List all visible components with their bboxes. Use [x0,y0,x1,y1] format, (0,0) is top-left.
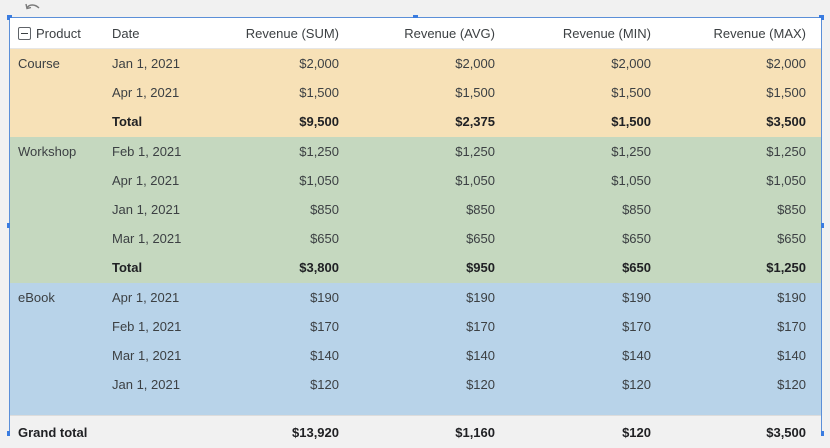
max-cell: $2,000 [666,48,821,79]
table-row: Mar 1, 2021 $140 $140 $140 $140 [10,340,821,371]
subtotal-row: Total $3,800 $950 $650 $1,250 [10,253,821,283]
avg-cell: $190 [354,282,510,312]
max-cell: $1,250 [666,253,821,283]
collapse-all-icon[interactable] [18,26,31,40]
grand-total-sum: $13,920 [198,415,354,448]
max-cell: $3,500 [666,107,821,137]
min-cell: $1,250 [510,136,666,166]
header-product-label: Product [36,25,81,41]
sum-cell: $9,500 [198,107,354,137]
max-cell: $1,050 [666,165,821,195]
avg-cell: $1,500 [354,78,510,108]
date-cell: Jan 1, 2021 [104,370,198,400]
date-cell: Mar 1, 2021 [104,224,198,254]
max-cell: $1,250 [666,136,821,166]
table-row: Feb 1, 2021 $170 $170 $170 $170 [10,311,821,341]
product-cell-workshop: Workshop [10,136,104,283]
header-date[interactable]: Date [104,18,198,49]
sum-cell: $1,250 [198,136,354,166]
header-row: Product Date Revenue (SUM) Revenue (AVG)… [10,18,821,49]
date-cell: Feb 1, 2021 [104,311,198,341]
subtotal-row: Total $9,500 $2,375 $1,500 $3,500 [10,107,821,137]
max-cell: $170 [666,311,821,341]
table-row: Jan 1, 2021 $120 $120 $120 $120 [10,370,821,400]
date-cell: Apr 1, 2021 [104,78,198,108]
min-cell: $170 [510,311,666,341]
subtotal-label: Total [104,107,198,137]
header-revenue-max[interactable]: Revenue (MAX) [666,18,821,49]
sum-cell: $1,500 [198,78,354,108]
date-cell: Apr 1, 2021 [104,165,198,195]
max-cell: $650 [666,224,821,254]
avg-cell: $140 [354,340,510,371]
min-cell: $1,050 [510,165,666,195]
sum-cell: $1,050 [198,165,354,195]
date-cell: Apr 1, 2021 [104,282,198,312]
grand-total-avg: $1,160 [354,415,510,448]
grand-total-min: $120 [510,415,666,448]
sum-cell: $170 [198,311,354,341]
min-cell: $1,500 [510,107,666,137]
min-cell: $1,500 [510,78,666,108]
max-cell: $850 [666,194,821,225]
avg-cell: $1,250 [354,136,510,166]
pivot-table: Product Date Revenue (SUM) Revenue (AVG)… [10,18,821,448]
date-cell: Feb 1, 2021 [104,136,198,166]
avg-cell: $2,375 [354,107,510,137]
sum-cell: $190 [198,282,354,312]
table-row: Mar 1, 2021 $650 $650 $650 $650 [10,224,821,254]
header-product[interactable]: Product [10,18,104,49]
table-row: Apr 1, 2021 $1,500 $1,500 $1,500 $1,500 [10,78,821,108]
header-revenue-min[interactable]: Revenue (MIN) [510,18,666,49]
avg-cell: $950 [354,253,510,283]
product-cell-course: Course [10,48,104,137]
min-cell: $650 [510,224,666,254]
undo-icon[interactable] [24,2,42,14]
min-cell: $650 [510,253,666,283]
date-cell: Jan 1, 2021 [104,48,198,79]
avg-cell: $120 [354,370,510,400]
sum-cell: $850 [198,194,354,225]
subtotal-label: Total [104,253,198,283]
table-row: Workshop Feb 1, 2021 $1,250 $1,250 $1,25… [10,136,821,283]
avg-cell: $170 [354,311,510,341]
sum-cell: $140 [198,340,354,371]
header-revenue-sum[interactable]: Revenue (SUM) [198,18,354,49]
sum-cell: $120 [198,370,354,400]
min-cell: $850 [510,194,666,225]
avg-cell: $650 [354,224,510,254]
avg-cell: $850 [354,194,510,225]
min-cell: $140 [510,340,666,371]
grand-total-max: $3,500 [666,415,821,448]
table-row: Course Jan 1, 2021 $2,000 $2,000 $2,000 … [10,48,821,137]
grand-total-label: Grand total [10,415,198,448]
product-cell-ebook: eBook [10,282,104,400]
min-cell: $2,000 [510,48,666,79]
max-cell: $190 [666,282,821,312]
sum-cell: $2,000 [198,48,354,79]
table-row: Apr 1, 2021 $1,050 $1,050 $1,050 $1,050 [10,165,821,195]
sum-cell: $3,800 [198,253,354,283]
min-cell: $120 [510,370,666,400]
max-cell: $1,500 [666,78,821,108]
spacer-row [10,399,821,416]
min-cell: $190 [510,282,666,312]
avg-cell: $1,050 [354,165,510,195]
table-row: eBook Apr 1, 2021 $190 $190 $190 $190 [10,282,821,400]
table-row: Jan 1, 2021 $850 $850 $850 $850 [10,194,821,225]
date-cell: Jan 1, 2021 [104,194,198,225]
grand-total-row: Grand total $13,920 $1,160 $120 $3,500 [10,415,821,448]
sum-cell: $650 [198,224,354,254]
header-revenue-avg[interactable]: Revenue (AVG) [354,18,510,49]
max-cell: $140 [666,340,821,371]
avg-cell: $2,000 [354,48,510,79]
max-cell: $120 [666,370,821,400]
date-cell: Mar 1, 2021 [104,340,198,371]
